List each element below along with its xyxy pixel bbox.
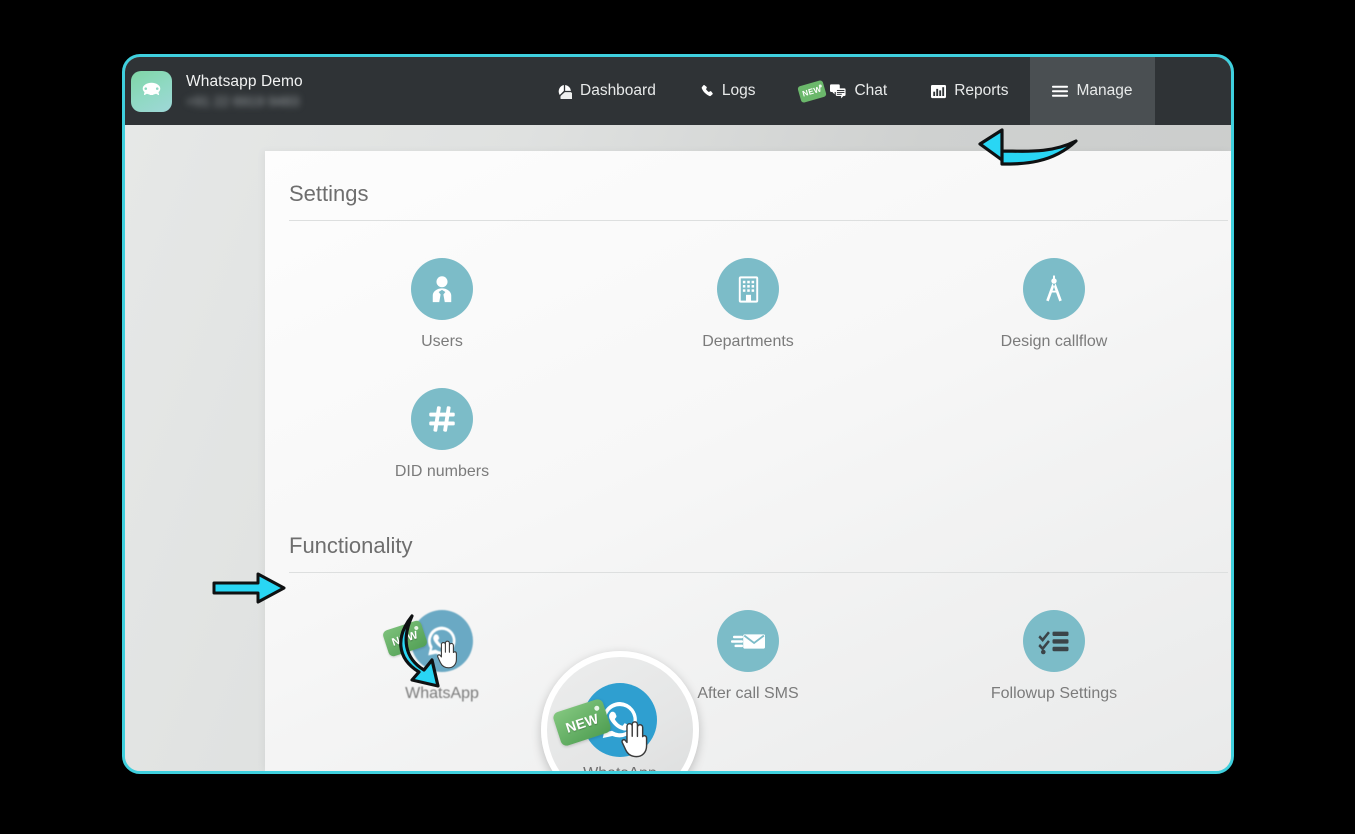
nav-item-logs[interactable]: Logs xyxy=(678,57,778,125)
new-badge-chat-label: NEW xyxy=(802,84,823,98)
magnifier-label: WhatsApp xyxy=(568,765,672,774)
tile-label-followup-settings: Followup Settings xyxy=(901,685,1207,703)
hash-icon xyxy=(411,388,473,450)
envelope-icon xyxy=(717,610,779,672)
nav-label-chat: Chat xyxy=(854,82,887,100)
app-window: Whatsapp Demo +91 22 6919 9483 Dashboard xyxy=(122,54,1234,774)
functionality-tile-row: NEW WhatsApp xyxy=(265,573,1231,703)
nav-item-chat[interactable]: NEW Chat xyxy=(777,57,909,125)
tile-departments[interactable]: Departments xyxy=(595,221,901,351)
tile-label-users: Users xyxy=(289,333,595,351)
hand-cursor-icon xyxy=(433,639,459,669)
user-tie-icon xyxy=(411,258,473,320)
tile-did-numbers[interactable]: DID numbers xyxy=(289,351,595,481)
tile-whatsapp[interactable]: NEW WhatsApp xyxy=(289,573,595,703)
brand-block[interactable]: Whatsapp Demo +91 22 6919 9483 xyxy=(125,71,303,112)
main-navigation: Dashboard Logs NEW xyxy=(535,57,1155,125)
checklist-icon xyxy=(1023,610,1085,672)
top-header-bar: Whatsapp Demo +91 22 6919 9483 Dashboard xyxy=(125,57,1231,125)
nav-item-manage[interactable]: Manage xyxy=(1030,57,1154,125)
page-body: Settings Users xyxy=(125,125,1231,771)
speech-bubble-icon xyxy=(830,84,846,99)
compass-icon xyxy=(1023,258,1085,320)
hamburger-icon xyxy=(1052,85,1068,98)
bar-chart-icon xyxy=(931,84,946,99)
functionality-section: Functionality NEW xyxy=(265,533,1231,703)
tile-users[interactable]: Users xyxy=(289,221,595,351)
functionality-heading: Functionality xyxy=(265,533,1231,572)
settings-tile-row-2: DID numbers xyxy=(265,351,1231,481)
tile-design-callflow[interactable]: Design callflow xyxy=(901,221,1207,351)
hand-cursor-icon xyxy=(616,719,650,759)
pie-chart-icon xyxy=(557,84,572,99)
nav-label-logs: Logs xyxy=(722,82,756,100)
brand-phone-number: +91 22 6919 9483 xyxy=(186,93,303,109)
nav-label-dashboard: Dashboard xyxy=(580,82,656,100)
tile-followup-settings[interactable]: Followup Settings xyxy=(901,573,1207,703)
nav-label-reports: Reports xyxy=(954,82,1008,100)
nav-label-manage: Manage xyxy=(1076,82,1132,100)
settings-tile-row-1: Users xyxy=(265,221,1231,351)
settings-heading: Settings xyxy=(265,181,1231,220)
nav-item-dashboard[interactable]: Dashboard xyxy=(535,57,678,125)
settings-content-panel: Settings Users xyxy=(265,151,1231,771)
tile-label-departments: Departments xyxy=(595,333,901,351)
tile-label-design-callflow: Design callflow xyxy=(901,333,1207,351)
new-badge-magnified-label: NEW xyxy=(563,710,600,736)
tile-label-did-numbers: DID numbers xyxy=(289,463,595,481)
magnifier-content: NEW WhatsApp xyxy=(568,683,672,774)
nav-item-reports[interactable]: Reports xyxy=(909,57,1030,125)
brand-title: Whatsapp Demo xyxy=(186,73,303,91)
building-icon xyxy=(717,258,779,320)
new-badge-whatsapp-label: NEW xyxy=(390,629,419,649)
settings-section: Settings Users xyxy=(265,151,1231,481)
new-badge-chat: NEW xyxy=(798,79,828,103)
phone-icon xyxy=(700,84,714,98)
telephone-icon xyxy=(131,71,172,112)
